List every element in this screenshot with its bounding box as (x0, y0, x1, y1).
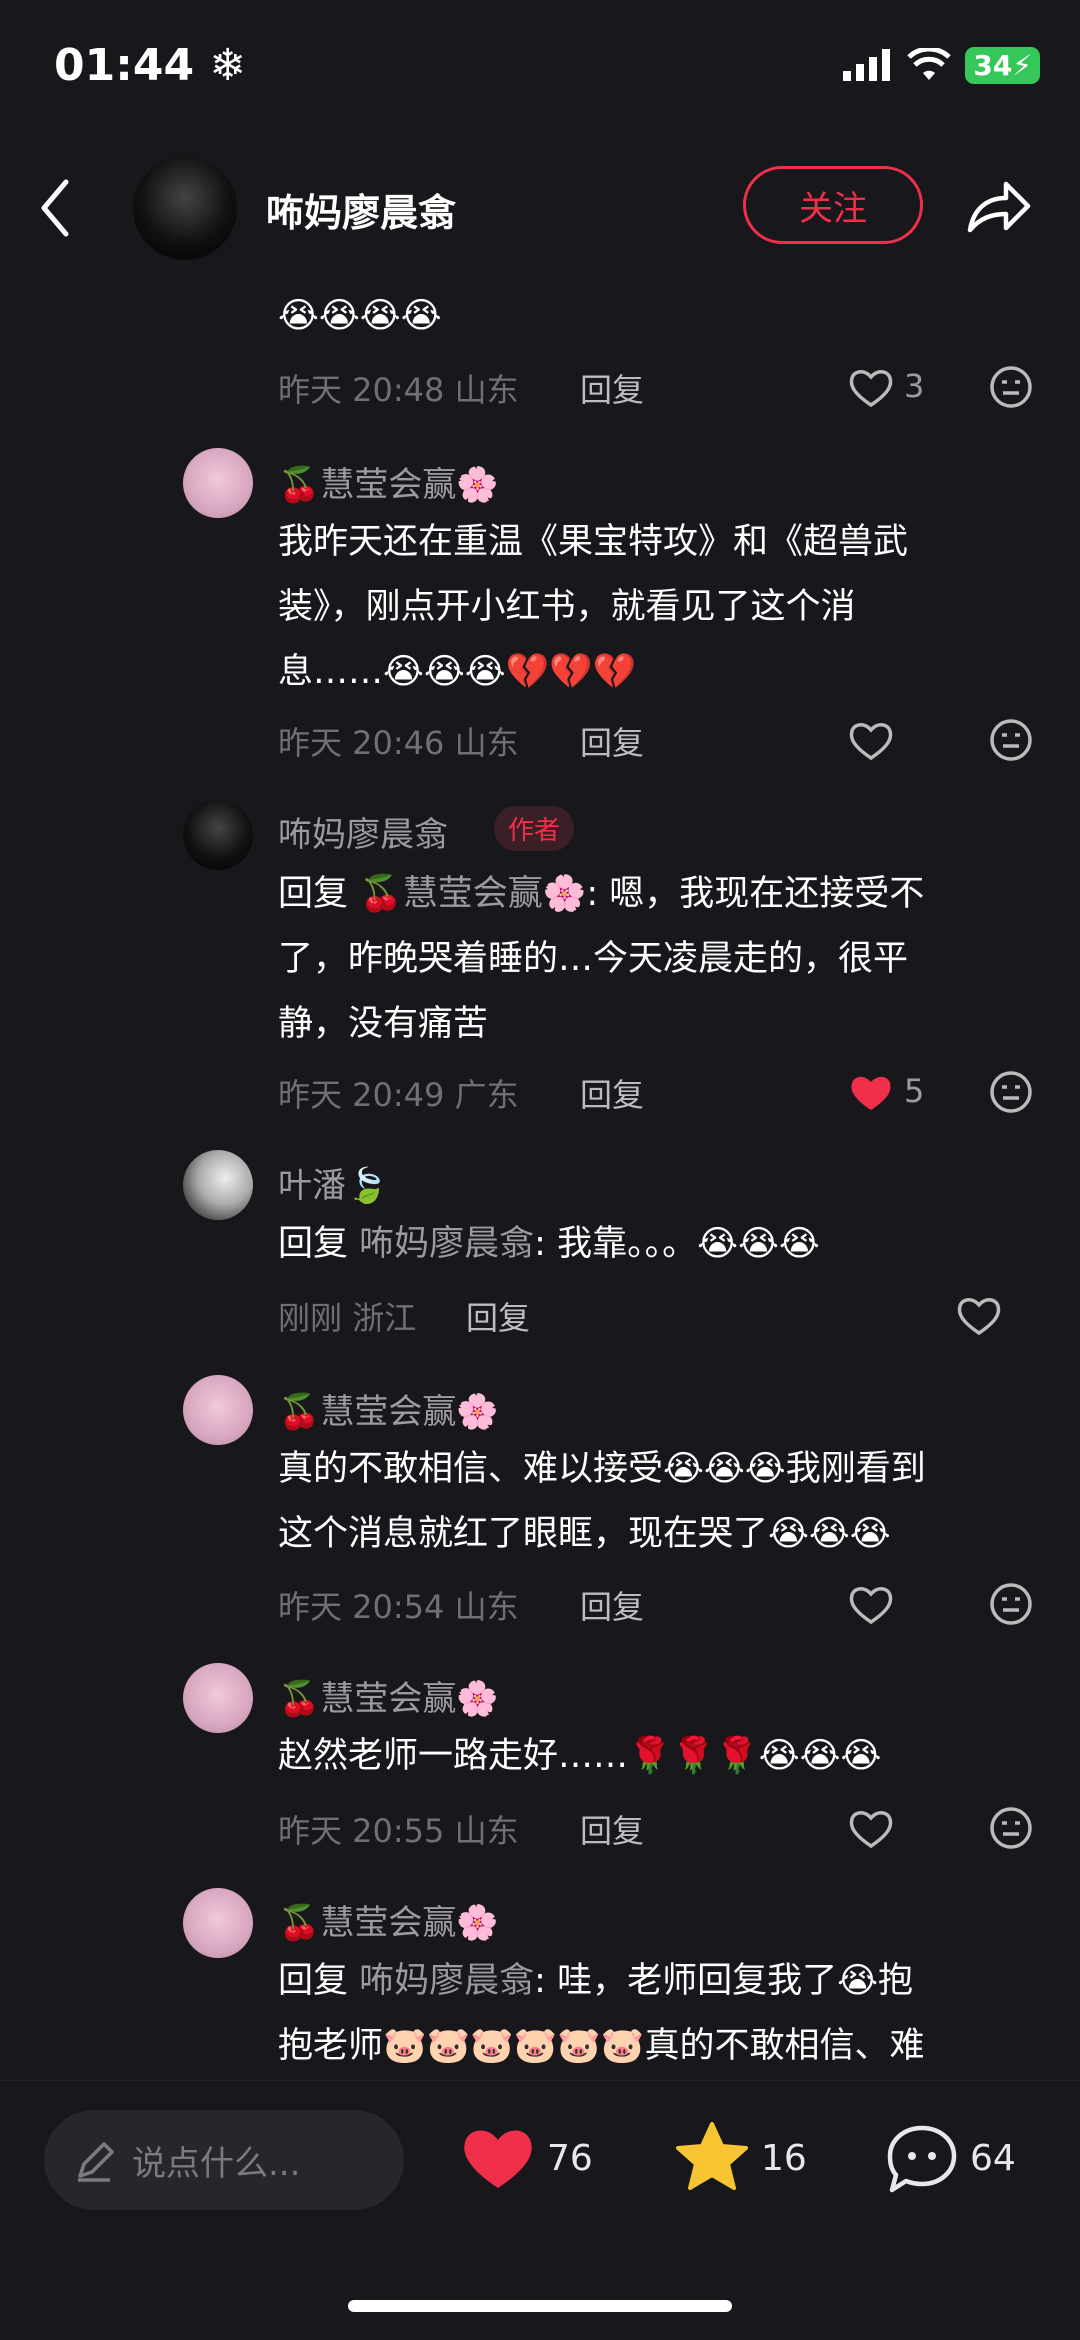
like-icon[interactable] (848, 367, 894, 409)
comment-body: 我昨天还在重温《果宝特攻》和《超兽武 装》，刚点开小红书，就看见了这个消 息……… (278, 522, 909, 692)
heart-icon[interactable] (460, 2124, 536, 2192)
dislike-icon[interactable] (988, 1069, 1034, 1115)
home-indicator[interactable] (348, 2300, 732, 2312)
comment-meta: 昨天 20:55 山东 (278, 1812, 519, 1850)
follow-button[interactable]: 关注 (743, 166, 923, 244)
commenter-name[interactable]: 叶潘🍃 (278, 1158, 388, 1207)
star-icon[interactable] (674, 2120, 750, 2192)
battery-indicator: 34⚡ (965, 46, 1040, 84)
commenter-name[interactable]: 🍒慧莹会赢🌸 (278, 1895, 499, 1944)
status-time: 01:44 ❄ (54, 40, 247, 91)
commenter-avatar[interactable] (183, 1663, 253, 1733)
commenter-name[interactable]: 🍒慧莹会赢🌸 (278, 1384, 499, 1433)
comment-total: 64 (970, 2138, 1016, 2179)
reply-button[interactable]: 回复 (580, 718, 644, 764)
author-avatar[interactable] (133, 156, 237, 260)
like-count: 3 (904, 367, 925, 405)
commenter-avatar[interactable] (183, 1375, 253, 1445)
star-total: 16 (761, 2138, 807, 2179)
back-icon[interactable] (36, 178, 76, 238)
status-bar: 01:44 ❄ 34⚡ (0, 0, 1080, 130)
wifi-icon (907, 48, 952, 80)
system-icons: 34⚡ (843, 45, 1040, 85)
dislike-icon[interactable] (988, 1805, 1034, 1851)
pencil-icon (78, 2142, 114, 2182)
comment-body: 😭😭😭😭 (278, 296, 442, 336)
like-icon[interactable] (848, 1584, 894, 1626)
comment-meta: 昨天 20:54 山东 (278, 1588, 519, 1626)
reply-button[interactable]: 回复 (580, 1070, 644, 1116)
reply-button[interactable]: 回复 (580, 1806, 644, 1852)
like-icon[interactable] (956, 1295, 1002, 1337)
comment-meta: 昨天 20:49 广东 (278, 1076, 519, 1114)
comment-body: 回复 咘妈廖晨翕: 我靠。。。😭😭😭 (278, 1224, 820, 1264)
comment-body: 回复 🍒慧莹会赢🌸: 嗯，我现在还接受不 了，昨晚哭着睡的…今天凌晨走的，很平 … (278, 874, 925, 1044)
liked-heart-icon[interactable] (848, 1072, 894, 1114)
reply-button[interactable]: 回复 (580, 365, 644, 411)
comment-input[interactable]: 说点什么... (44, 2110, 404, 2210)
comment-body: 真的不敢相信、难以接受😭😭😭我刚看到 这个消息就红了眼眶，现在哭了😭😭😭 (278, 1449, 926, 1554)
comment-icon[interactable] (884, 2122, 960, 2196)
like-icon[interactable] (848, 720, 894, 762)
reply-button[interactable]: 回复 (580, 1582, 644, 1628)
commenter-avatar[interactable] (183, 448, 253, 518)
like-icon[interactable] (848, 1808, 894, 1850)
comment-body: 赵然老师一路走好……🌹🌹🌹😭😭😭 (278, 1736, 882, 1776)
dislike-icon[interactable] (988, 1581, 1034, 1627)
author-tag: 作者 (494, 806, 575, 851)
share-icon[interactable] (962, 176, 1032, 236)
comment-input-placeholder: 说点什么... (132, 2143, 301, 2184)
like-count: 5 (904, 1072, 925, 1110)
commenter-avatar[interactable] (183, 1150, 253, 1220)
comment-meta: 昨天 20:46 山东 (278, 724, 519, 762)
comment-meta: 刚刚 浙江 (278, 1299, 417, 1337)
author-avatar[interactable] (183, 800, 253, 870)
author-name[interactable]: 咘妈廖晨翕 (266, 182, 456, 237)
comment-meta: 昨天 20:48 山东 (278, 371, 519, 409)
commenter-name[interactable]: 🍒慧莹会赢🌸 (278, 1671, 499, 1720)
dislike-icon[interactable] (988, 717, 1034, 763)
commenter-name[interactable]: 🍒慧莹会赢🌸 (278, 457, 499, 506)
dislike-icon[interactable] (988, 364, 1034, 410)
like-total: 76 (547, 2138, 593, 2179)
reply-button[interactable]: 回复 (466, 1293, 530, 1339)
signal-icon (843, 49, 891, 81)
commenter-name[interactable]: 咘妈廖晨翕 (278, 807, 448, 856)
commenter-avatar[interactable] (183, 1888, 253, 1958)
comment-body: 回复 咘妈廖晨翕: 哇，老师回复我了😭抱 抱老师🐷🐷🐷🐷🐷🐷真的不敢相信、难 (278, 1961, 925, 2066)
